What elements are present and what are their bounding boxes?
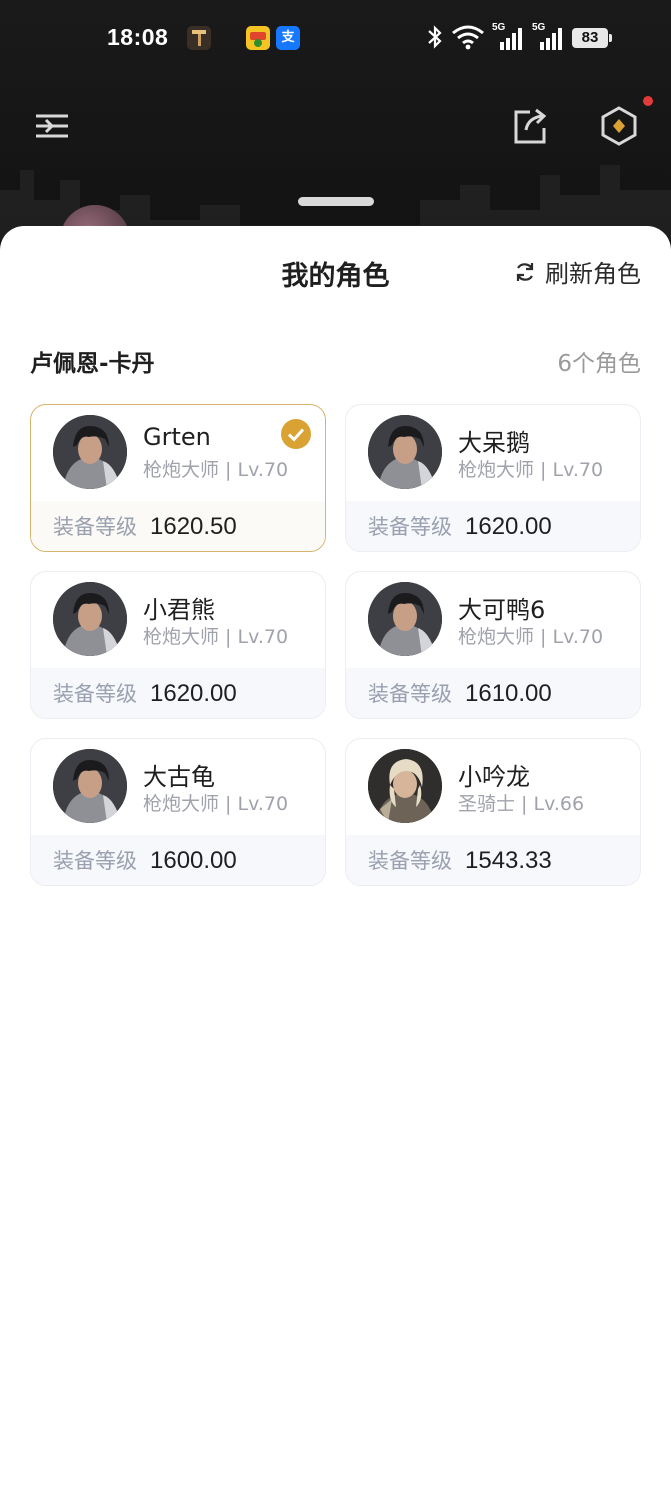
character-card[interactable]: 装备等级 1620.50 Grten 枪炮大师 | Lv.70 bbox=[30, 404, 326, 552]
character-class-level: 枪炮大师 | Lv.70 bbox=[143, 459, 289, 481]
character-grid: 装备等级 1620.50 Grten 枪炮大师 | Lv.70 装备等级 162… bbox=[30, 404, 641, 886]
character-name: 大呆鹅 bbox=[458, 429, 530, 457]
character-class-level: 枪炮大师 | Lv.70 bbox=[458, 626, 604, 648]
character-avatar bbox=[53, 582, 127, 656]
gear-score-row: 装备等级 1620.00 bbox=[346, 501, 640, 551]
gear-score-label: 装备等级 bbox=[53, 515, 137, 539]
character-name: 大古龟 bbox=[143, 763, 215, 791]
cellular-signal-2-icon: 5G bbox=[532, 22, 566, 52]
gear-score-row: 装备等级 1620.50 bbox=[31, 501, 325, 551]
refresh-icon bbox=[516, 262, 534, 281]
character-count: 6个角色 bbox=[557, 351, 641, 377]
character-name: 小君熊 bbox=[143, 596, 215, 624]
character-class-level: 圣骑士 | Lv.66 bbox=[458, 793, 585, 815]
gear-score-value: 1543.33 bbox=[465, 847, 552, 874]
character-card[interactable]: 装备等级 1610.00 大可鸭6 枪炮大师 | Lv.70 bbox=[345, 571, 641, 719]
app-icon-tools bbox=[187, 26, 211, 50]
bluetooth-icon bbox=[428, 25, 442, 49]
gear-score-value: 1620.00 bbox=[150, 680, 237, 707]
wifi-icon bbox=[452, 25, 484, 50]
gear-score-row: 装备等级 1543.33 bbox=[346, 835, 640, 885]
status-time: 18:08 bbox=[107, 24, 169, 50]
character-sheet: 我的角色 刷新角色 卢佩恩-卡丹 6个角色 装备等级 1620.50 Grten… bbox=[0, 226, 671, 1500]
sheet-drag-handle[interactable] bbox=[298, 197, 374, 206]
gear-score-label: 装备等级 bbox=[368, 849, 452, 873]
filter-menu-icon[interactable] bbox=[30, 104, 74, 148]
character-name: 大可鸭6 bbox=[458, 596, 546, 624]
character-card[interactable]: 装备等级 1600.00 大古龟 枪炮大师 | Lv.70 bbox=[30, 738, 326, 886]
character-card[interactable]: 装备等级 1543.33 小吟龙 圣骑士 | Lv.66 bbox=[345, 738, 641, 886]
character-card[interactable]: 装备等级 1620.00 大呆鹅 枪炮大师 | Lv.70 bbox=[345, 404, 641, 552]
server-name: 卢佩恩-卡丹 bbox=[30, 351, 155, 377]
selected-check-icon bbox=[281, 419, 311, 449]
gear-score-label: 装备等级 bbox=[53, 682, 137, 706]
alipay-icon: 支 bbox=[276, 26, 300, 50]
server-row: 卢佩恩-卡丹 6个角色 bbox=[30, 344, 641, 378]
character-avatar bbox=[53, 749, 127, 823]
character-class-level: 枪炮大师 | Lv.70 bbox=[458, 459, 604, 481]
gear-score-label: 装备等级 bbox=[368, 515, 452, 539]
notification-dot bbox=[643, 96, 653, 106]
character-avatar bbox=[368, 415, 442, 489]
settings-hexagon-icon[interactable] bbox=[597, 104, 641, 148]
refresh-label: 刷新角色 bbox=[545, 260, 641, 288]
battery-indicator: 83 bbox=[572, 28, 612, 48]
character-card[interactable]: 装备等级 1620.00 小君熊 枪炮大师 | Lv.70 bbox=[30, 571, 326, 719]
app-icon-cash bbox=[246, 26, 270, 50]
gear-score-value: 1600.00 bbox=[150, 847, 237, 874]
character-class-level: 枪炮大师 | Lv.70 bbox=[143, 793, 289, 815]
cellular-signal-1-icon: 5G bbox=[492, 22, 526, 52]
character-avatar bbox=[368, 582, 442, 656]
character-name: Grten bbox=[143, 423, 211, 451]
gear-score-value: 1620.50 bbox=[150, 513, 237, 540]
gear-score-row: 装备等级 1620.00 bbox=[31, 668, 325, 718]
character-name: 小吟龙 bbox=[458, 763, 530, 791]
gear-score-row: 装备等级 1600.00 bbox=[31, 835, 325, 885]
gear-score-row: 装备等级 1610.00 bbox=[346, 668, 640, 718]
status-bar: 18:08 支 5G 5G 83 bbox=[0, 0, 671, 76]
character-class-level: 枪炮大师 | Lv.70 bbox=[143, 626, 289, 648]
gear-score-value: 1620.00 bbox=[465, 513, 552, 540]
character-avatar bbox=[53, 415, 127, 489]
refresh-characters-button[interactable]: 刷新角色 bbox=[513, 254, 641, 289]
gear-score-label: 装备等级 bbox=[53, 849, 137, 873]
gear-score-label: 装备等级 bbox=[368, 682, 452, 706]
gear-score-value: 1610.00 bbox=[465, 680, 552, 707]
share-icon[interactable] bbox=[508, 104, 552, 148]
character-avatar bbox=[368, 749, 442, 823]
